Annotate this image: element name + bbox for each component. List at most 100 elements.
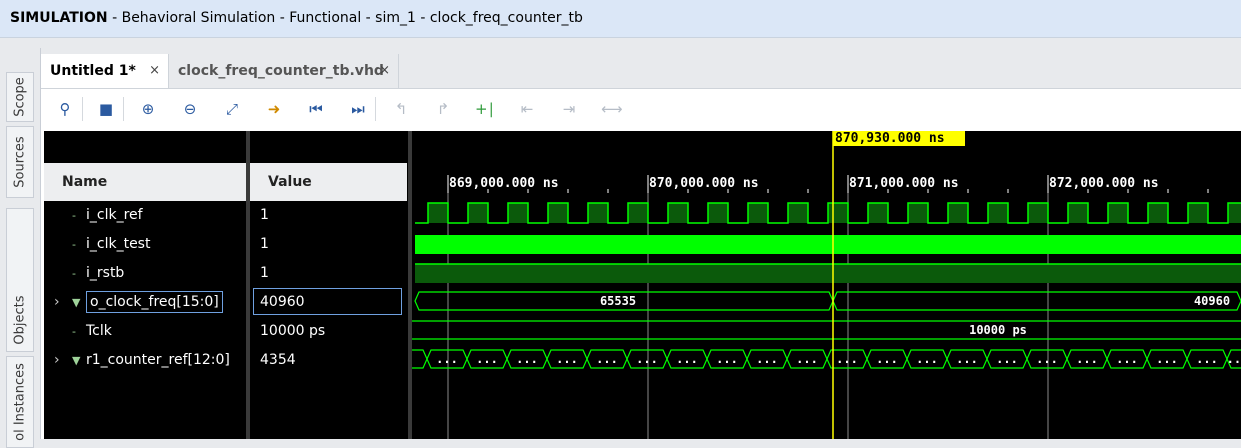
bus-segment xyxy=(401,320,1241,340)
name-column-header[interactable]: Name xyxy=(44,163,246,201)
bus-value-label: ... xyxy=(1196,352,1218,366)
signal-icon: ‐ xyxy=(72,238,76,251)
bus-value-label: ... xyxy=(1076,352,1098,366)
clock-high-fill xyxy=(468,203,488,223)
clock-high-fill xyxy=(788,203,808,223)
tab-untitled[interactable]: Untitled 1* × xyxy=(41,54,169,88)
clock-high-fill xyxy=(508,203,528,223)
waveform-toolbar: ⚲ ■ ⊕ ⊖ ⤢ ➜ ⏮ ⏭ ↰ ↱ +∣ ⇤ ⇥ ⟷ xyxy=(41,89,1241,129)
bus-icon: ▼ xyxy=(72,296,81,309)
clock-high-fill xyxy=(1108,203,1128,223)
go-to-last-time-icon[interactable]: ⏭ xyxy=(348,99,368,119)
bus-segment xyxy=(406,349,428,369)
clock-high-fill xyxy=(588,203,608,223)
bus-value-label: ... xyxy=(756,352,778,366)
signal-value: 1 xyxy=(260,265,269,281)
zoom-fit-icon[interactable]: ⤢ xyxy=(222,99,242,119)
bus-value-label: ... xyxy=(836,352,858,366)
search-icon[interactable]: ⚲ xyxy=(55,99,75,119)
side-tab-objects[interactable]: Objects xyxy=(6,208,34,352)
side-tab-strip: Scope Sources Objects ol Instances xyxy=(0,48,38,448)
close-icon[interactable]: × xyxy=(379,54,390,88)
cursor-time-label[interactable]: 870,930.000 ns xyxy=(833,131,965,146)
title-rest: - Behavioral Simulation - Functional - s… xyxy=(107,10,583,26)
signal-value: 4354 xyxy=(260,352,296,368)
bus-value-label: ... xyxy=(796,352,818,366)
previous-marker-icon[interactable]: ⇤ xyxy=(517,99,537,119)
signal-row[interactable]: ‐ i_rstb xyxy=(54,259,124,288)
clock-high-fill xyxy=(1148,203,1168,223)
clock-high-fill xyxy=(1188,203,1208,223)
clock-high-fill xyxy=(1228,203,1241,223)
clock-high-fill xyxy=(548,203,568,223)
bus-value-label: 65535 xyxy=(600,294,636,308)
bus-value-label: ... xyxy=(1036,352,1058,366)
title-bar: SIMULATION - Behavioral Simulation - Fun… xyxy=(0,0,1241,38)
signal-icon: ‐ xyxy=(72,209,76,222)
bus-value-label: 40960 xyxy=(1194,294,1230,308)
signal-row[interactable]: ‐ i_clk_ref xyxy=(54,201,143,230)
bus-value-label: ... xyxy=(996,352,1018,366)
side-tab-sources[interactable]: Sources xyxy=(6,126,34,198)
side-tab-instances[interactable]: ol Instances xyxy=(6,356,34,448)
clock-high-fill xyxy=(868,203,888,223)
bus-value-label: ... xyxy=(916,352,938,366)
bus-value-label: ... xyxy=(956,352,978,366)
zoom-in-icon[interactable]: ⊕ xyxy=(138,99,158,119)
bus-value-label: ... xyxy=(1227,352,1241,366)
waveform-svg[interactable]: 869,000.000 ns 870,000.000 ns 871,000.000 … xyxy=(401,131,1241,439)
bus-value-label: ... xyxy=(476,352,498,366)
side-tab-scope[interactable]: Scope xyxy=(6,72,34,122)
value-column-header[interactable]: Value xyxy=(250,163,407,201)
signal-value-selected: 40960 xyxy=(253,288,402,315)
clock-high-fill xyxy=(908,203,928,223)
signal-row[interactable]: ‐ Tclk xyxy=(54,317,112,346)
chevron-right-icon[interactable]: › xyxy=(54,346,72,375)
swap-cursors-icon[interactable]: ⟷ xyxy=(601,99,623,119)
save-icon[interactable]: ■ xyxy=(96,99,116,119)
title-mode: SIMULATION xyxy=(10,10,108,26)
column-divider[interactable] xyxy=(246,131,250,439)
clock-high-fill xyxy=(748,203,768,223)
bus-value-label: ... xyxy=(596,352,618,366)
bus-icon: ▼ xyxy=(72,354,81,367)
next-transition-icon[interactable]: ↱ xyxy=(433,99,453,119)
toolbar-separator xyxy=(82,97,83,121)
zoom-out-icon[interactable]: ⊖ xyxy=(180,99,200,119)
previous-transition-icon[interactable]: ↰ xyxy=(391,99,411,119)
clock-high-fill xyxy=(988,203,1008,223)
next-marker-icon[interactable]: ⇥ xyxy=(559,99,579,119)
wave-i-rstb-fill xyxy=(415,264,1241,283)
bus-value-label: ... xyxy=(636,352,658,366)
bus-value-label: ... xyxy=(556,352,578,366)
signal-row[interactable]: ‐ i_clk_test xyxy=(54,230,150,259)
bus-value-label: ... xyxy=(676,352,698,366)
close-icon[interactable]: × xyxy=(149,54,160,88)
clock-high-fill xyxy=(1068,203,1088,223)
clock-high-fill xyxy=(668,203,688,223)
tab-testbench-file[interactable]: clock_freq_counter_tb.vhd × xyxy=(169,54,399,88)
bus-value-label: ... xyxy=(1156,352,1178,366)
bus-value-label: ... xyxy=(516,352,538,366)
clock-high-fill xyxy=(828,203,848,223)
bus-value-label: ... xyxy=(1116,352,1138,366)
wave-i-clk-test xyxy=(415,235,1241,254)
time-marker-label: 870,000.000 ns xyxy=(649,176,759,191)
signal-value: 10000 ps xyxy=(260,323,326,339)
bus-value-label: 10000 ps xyxy=(969,323,1027,337)
signal-row[interactable]: › ▼ r1_counter_ref[12:0] xyxy=(54,346,230,375)
signal-icon: ‐ xyxy=(72,267,76,280)
clock-high-fill xyxy=(948,203,968,223)
time-marker-label: 869,000.000 ns xyxy=(449,176,559,191)
go-to-time-zero-icon[interactable]: ⏮ xyxy=(306,99,326,119)
chevron-right-icon[interactable]: › xyxy=(54,288,72,317)
clock-high-fill xyxy=(428,203,448,223)
add-marker-icon[interactable]: +∣ xyxy=(475,99,495,119)
bus-value-label: ... xyxy=(876,352,898,366)
clock-high-fill xyxy=(628,203,648,223)
signal-row-selected[interactable]: › ▼ o_clock_freq[15:0] xyxy=(54,288,223,317)
clock-high-fill xyxy=(1028,203,1048,223)
bus-segment xyxy=(832,291,1241,311)
go-to-cursor-icon[interactable]: ➜ xyxy=(264,99,284,119)
waveform-canvas[interactable]: 869,000.000 ns 870,000.000 ns 871,000.000 … xyxy=(401,131,1241,439)
